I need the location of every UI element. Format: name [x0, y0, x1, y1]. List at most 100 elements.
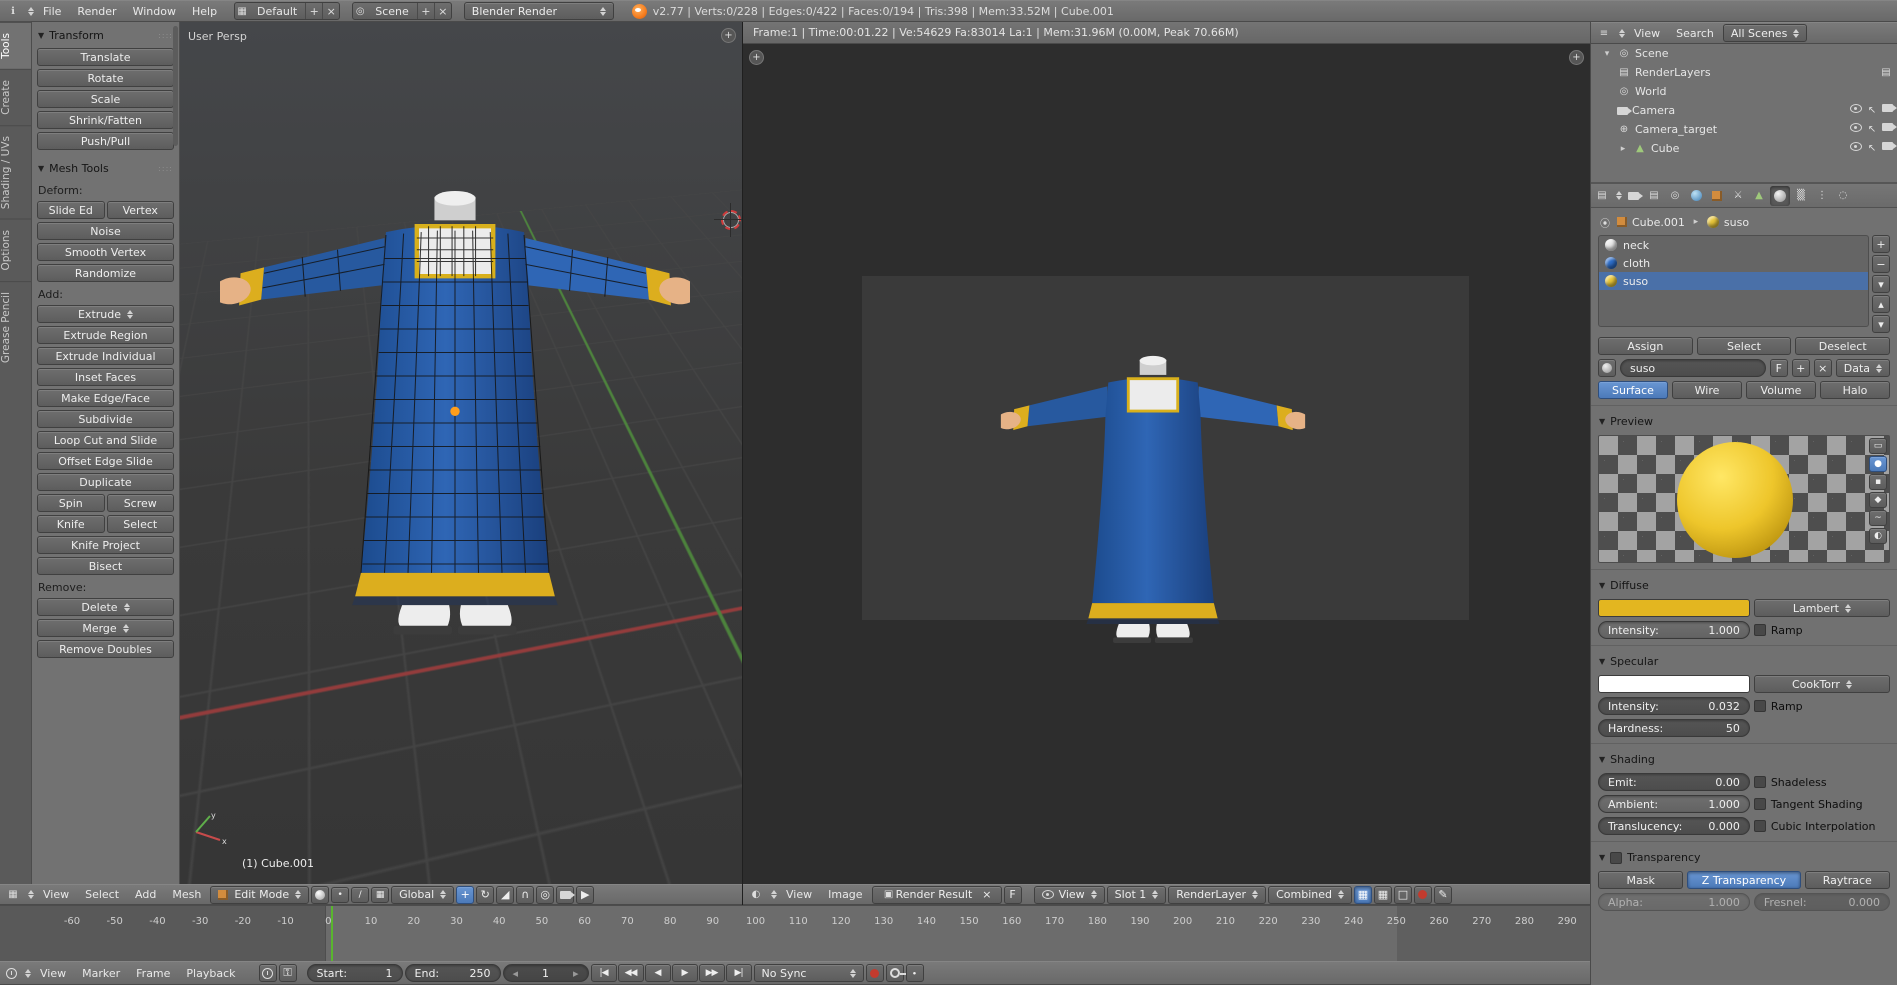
- menu-help[interactable]: Help: [185, 3, 224, 20]
- menu-frame[interactable]: Frame: [129, 965, 177, 982]
- preview-hair-button[interactable]: ~: [1869, 510, 1887, 526]
- preview-panel-header[interactable]: ▼ Preview: [1598, 412, 1890, 431]
- visibility-eye-icon[interactable]: [1850, 122, 1862, 132]
- move-slot-up-button[interactable]: ▴: [1872, 295, 1890, 313]
- specular-intensity-slider[interactable]: Intensity: 0.032: [1598, 697, 1750, 715]
- menu-add-3d[interactable]: Add: [128, 886, 163, 903]
- add-scene-button[interactable]: +: [416, 3, 434, 19]
- lock-time-button[interactable]: ⚿: [278, 964, 297, 982]
- select-button[interactable]: Select: [1696, 337, 1792, 355]
- editor-type-timeline-icon[interactable]: [6, 967, 17, 979]
- assign-button[interactable]: Assign: [1598, 337, 1693, 355]
- menu-playback[interactable]: Playback: [179, 965, 242, 982]
- scale-button[interactable]: Scale: [37, 90, 174, 108]
- preview-sphere-button[interactable]: ●: [1869, 456, 1887, 472]
- transparency-ztransp-button[interactable]: Z Transparency: [1687, 871, 1801, 889]
- viewport-3d-canvas[interactable]: User Persp (1) Cube.001 x y +: [179, 22, 742, 884]
- menu-render[interactable]: Render: [70, 3, 123, 20]
- knife-button[interactable]: Knife: [37, 515, 105, 533]
- expand-arrow-icon[interactable]: ▸: [1617, 144, 1629, 154]
- smooth-vertex-button[interactable]: Smooth Vertex: [37, 243, 174, 261]
- inset-faces-button[interactable]: Inset Faces: [37, 368, 174, 386]
- visibility-eye-icon[interactable]: [1850, 141, 1862, 151]
- tab-shading-uvs[interactable]: Shading / UVs: [0, 124, 31, 219]
- tab-options[interactable]: Options: [0, 218, 31, 281]
- panel-grip-icon[interactable]: ::::: [158, 164, 173, 173]
- noise-button[interactable]: Noise: [37, 222, 174, 240]
- outliner-item-camera-target[interactable]: ⊕ Camera_target ↖: [1591, 120, 1897, 139]
- diffuse-panel-header[interactable]: ▼ Diffuse: [1598, 576, 1890, 595]
- manipulator-translate-button[interactable]: +: [456, 885, 475, 904]
- play-button[interactable]: ▶: [671, 964, 698, 982]
- menu-marker[interactable]: Marker: [75, 965, 127, 982]
- outliner-item-cube[interactable]: ▸ ▲ Cube ↖: [1591, 139, 1897, 158]
- move-slot-down-button[interactable]: ▾: [1872, 315, 1890, 333]
- material-slot-suso[interactable]: suso: [1599, 272, 1868, 290]
- jump-next-keyframe-button[interactable]: ▶▶: [698, 964, 725, 982]
- diffuse-shader-select[interactable]: Lambert: [1753, 599, 1890, 617]
- offset-edge-slide-button[interactable]: Offset Edge Slide: [37, 452, 174, 470]
- outliner-item-renderlayers[interactable]: ▤ RenderLayers ▤: [1591, 63, 1897, 82]
- shrink-fatten-button[interactable]: Shrink/Fatten: [37, 111, 174, 129]
- image-mode-select[interactable]: View: [1033, 885, 1105, 904]
- scene-name[interactable]: Scene: [367, 5, 417, 18]
- cubic-interpolation-checkbox[interactable]: Cubic Interpolation: [1753, 820, 1890, 833]
- add-screen-layout-button[interactable]: +: [305, 3, 322, 19]
- menu-view-3d[interactable]: View: [36, 886, 76, 903]
- render-opengl-anim-button[interactable]: ▶: [576, 885, 595, 904]
- frame-end-field[interactable]: End: 250: [404, 964, 501, 982]
- merge-menu-button[interactable]: Merge: [37, 619, 174, 637]
- loop-cut-button[interactable]: Loop Cut and Slide: [37, 431, 174, 449]
- add-material-slot-button[interactable]: +: [1872, 235, 1890, 253]
- tab-tools[interactable]: Tools: [0, 22, 31, 69]
- material-slot-cloth[interactable]: cloth: [1599, 254, 1868, 272]
- render-slot-select[interactable]: Slot 1: [1106, 885, 1167, 904]
- editor-type-3d-icon[interactable]: ▦: [6, 888, 20, 902]
- vertex-select-mode-button[interactable]: •: [331, 886, 350, 903]
- play-reverse-button[interactable]: ◀: [644, 964, 671, 982]
- mode-select[interactable]: Edit Mode: [210, 885, 310, 904]
- translucency-slider[interactable]: Translucency: 0.000: [1598, 817, 1750, 835]
- menu-mesh-3d[interactable]: Mesh: [165, 886, 208, 903]
- frame-start-field[interactable]: Start: 1: [306, 964, 403, 982]
- remove-material-slot-button[interactable]: −: [1872, 255, 1890, 273]
- translate-button[interactable]: Translate: [37, 48, 174, 66]
- extrude-individual-button[interactable]: Extrude Individual: [37, 347, 174, 365]
- manipulator-scale-button[interactable]: ◢: [496, 885, 515, 904]
- emit-slider[interactable]: Emit: 0.00: [1598, 773, 1750, 791]
- tangent-shading-checkbox[interactable]: Tangent Shading: [1753, 798, 1890, 811]
- make-edge-face-button[interactable]: Make Edge/Face: [37, 389, 174, 407]
- slide-vertex-button[interactable]: Vertex: [106, 201, 174, 219]
- expand-region-icon[interactable]: +: [721, 28, 736, 43]
- breadcrumb-material[interactable]: suso: [1724, 216, 1749, 229]
- expand-region-icon[interactable]: +: [1569, 50, 1584, 65]
- extrude-region-button[interactable]: Extrude Region: [37, 326, 174, 344]
- selectability-cursor-icon[interactable]: ↖: [1865, 142, 1879, 156]
- render-layer-select[interactable]: RenderLayer: [1168, 885, 1267, 904]
- push-pull-button[interactable]: Push/Pull: [37, 132, 174, 150]
- sync-mode-select[interactable]: No Sync: [753, 964, 864, 982]
- menu-select-3d[interactable]: Select: [78, 886, 126, 903]
- spin-button[interactable]: Spin: [37, 494, 105, 512]
- tab-particles[interactable]: ⋮: [1812, 186, 1832, 206]
- outliner-item-scene[interactable]: ▾ ◎ Scene: [1591, 44, 1897, 63]
- shading-panel-header[interactable]: ▼ Shading: [1598, 750, 1890, 769]
- current-frame-field[interactable]: ◂ 1 ▸: [502, 964, 589, 982]
- outliner-display-select[interactable]: All Scenes: [1722, 24, 1808, 42]
- specular-color-swatch[interactable]: [1598, 675, 1750, 693]
- material-type-volume[interactable]: Volume: [1746, 381, 1816, 399]
- image-datablock-select[interactable]: ▣ Render Result ×: [871, 885, 1002, 904]
- outliner-item-world[interactable]: ◎ World: [1591, 82, 1897, 101]
- rotate-button[interactable]: Rotate: [37, 69, 174, 87]
- transparency-panel-header[interactable]: ▼ Transparency: [1598, 848, 1890, 867]
- delete-scene-button[interactable]: ×: [433, 3, 451, 19]
- shadeless-checkbox[interactable]: Shadeless: [1753, 776, 1890, 789]
- tab-object-data[interactable]: ▲: [1749, 186, 1769, 206]
- tab-grease-pencil[interactable]: Grease Pencil: [0, 280, 31, 373]
- material-specials-menu-button[interactable]: ▾: [1872, 275, 1890, 293]
- auto-keyframe-button[interactable]: [865, 964, 884, 982]
- tab-object[interactable]: [1707, 186, 1727, 206]
- tab-create[interactable]: Create: [0, 68, 31, 125]
- fresnel-slider[interactable]: Fresnel: 0.000: [1753, 893, 1890, 911]
- viewport-shading-select[interactable]: [311, 885, 330, 904]
